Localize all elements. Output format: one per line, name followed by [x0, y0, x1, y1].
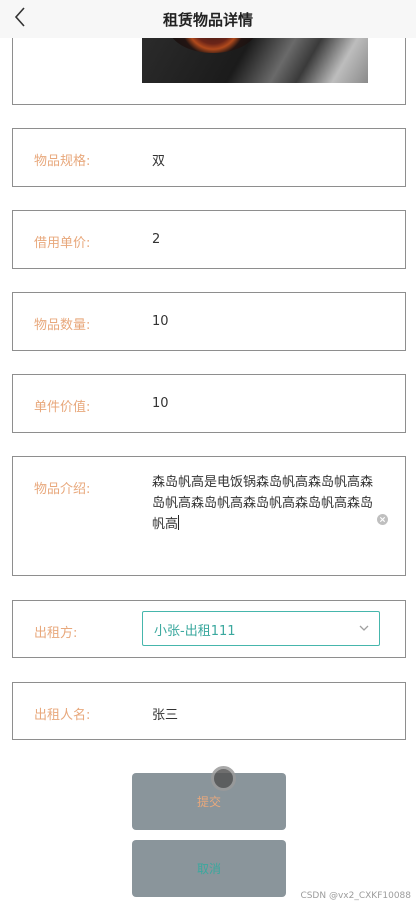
- chevron-down-icon: [359, 625, 369, 631]
- chevron-left-icon: [14, 7, 25, 27]
- quantity-row: 物品数量: 10: [12, 292, 406, 351]
- text-cursor: [178, 515, 180, 530]
- nav-bar: 租赁物品详情: [0, 0, 416, 38]
- quantity-label: 物品数量:: [34, 318, 91, 333]
- price-value: 2: [152, 232, 161, 247]
- spec-row: 物品规格: 双: [12, 128, 406, 187]
- intro-row: 物品介绍: 森岛帆高是电饭锅森岛帆高森岛帆高森岛帆高森岛帆高森岛帆高森岛帆高森岛…: [12, 456, 406, 576]
- intro-textarea[interactable]: 森岛帆高是电饭锅森岛帆高森岛帆高森岛帆高森岛帆高森岛帆高森岛帆高森岛帆高: [152, 472, 382, 535]
- lessor-row: 出租方: 小张-出租111: [12, 600, 406, 658]
- unit-value-label: 单件价值:: [34, 400, 91, 415]
- touch-indicator: [211, 766, 236, 791]
- unit-value-value: 10: [152, 396, 169, 411]
- price-label: 借用单价:: [34, 236, 91, 251]
- item-image-card: [12, 27, 406, 105]
- clear-icon[interactable]: [377, 514, 388, 525]
- submit-button[interactable]: 提交: [132, 773, 286, 830]
- page-title: 租赁物品详情: [162, 10, 253, 29]
- back-button[interactable]: [8, 2, 32, 32]
- intro-label: 物品介绍:: [34, 482, 91, 497]
- spec-label: 物品规格:: [34, 154, 91, 169]
- lessor-select[interactable]: 小张-出租111: [142, 611, 380, 646]
- intro-text: 森岛帆高是电饭锅森岛帆高森岛帆高森岛帆高森岛帆高森岛帆高森岛帆高森岛帆高: [152, 475, 374, 532]
- unit-value-row: 单件价值: 10: [12, 374, 406, 433]
- cancel-button[interactable]: 取消: [132, 840, 286, 897]
- lessor-label: 出租方:: [34, 626, 78, 641]
- lessor-name-row: 出租人名: 张三: [12, 682, 406, 740]
- spec-value: 双: [152, 154, 166, 169]
- lessor-select-value: 小张-出租111: [154, 624, 236, 639]
- price-row: 借用单价: 2: [12, 210, 406, 269]
- lessor-name-label: 出租人名:: [34, 708, 91, 723]
- quantity-value: 10: [152, 314, 169, 329]
- watermark: CSDN @vx2_CXKF10088: [300, 891, 411, 901]
- lessor-name-value: 张三: [152, 708, 179, 723]
